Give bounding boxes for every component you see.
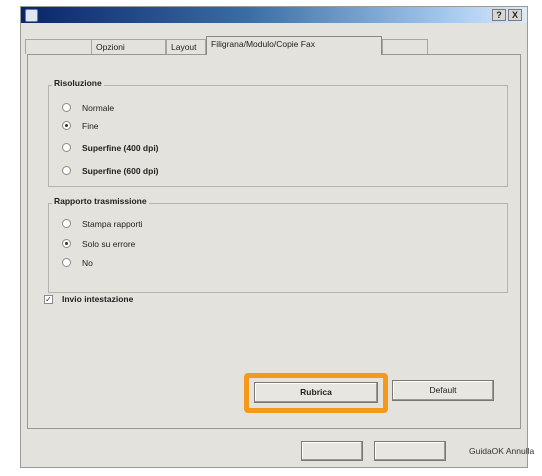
fax-settings-dialog: ? X Opzioni Layout Filigrana/Modulo/Copi… xyxy=(20,6,528,468)
send-header-label: Invio intestazione xyxy=(62,294,134,304)
radio-no-label: No xyxy=(82,258,93,268)
footer-ok-cancel-text[interactable]: GuidaOK Annulla xyxy=(469,446,534,456)
report-title: Rapporto trasmissione xyxy=(52,196,149,206)
rubrica-button[interactable]: Rubrica xyxy=(254,382,378,403)
radio-superfine-600-button[interactable] xyxy=(62,166,71,175)
radio-fine-button[interactable] xyxy=(62,121,71,130)
tab-strip: Opzioni Layout Filigrana/Modulo/Copie Fa… xyxy=(25,31,523,55)
radio-superfine-400-label: Superfine (400 dpi) xyxy=(82,143,159,153)
radio-only-on-error-label: Solo su errore xyxy=(82,239,136,249)
radio-superfine-400-button[interactable] xyxy=(62,143,71,152)
settings-panel: Risoluzione Normale Fine Superfine (400 … xyxy=(27,54,521,429)
radio-normal-button[interactable] xyxy=(62,103,71,112)
resolution-title: Risoluzione xyxy=(52,78,104,88)
tab-options[interactable]: Opzioni xyxy=(91,39,166,54)
default-button[interactable]: Default xyxy=(392,380,494,401)
send-header-checkbox[interactable]: ✓ xyxy=(44,295,53,304)
footer-button-2[interactable] xyxy=(374,441,446,461)
tab-hidden-right[interactable] xyxy=(382,39,428,54)
radio-fine-label: Fine xyxy=(82,121,99,131)
radio-superfine-600-label: Superfine (600 dpi) xyxy=(82,166,159,176)
help-button[interactable]: ? xyxy=(492,9,506,21)
tab-hidden-left[interactable] xyxy=(25,39,95,54)
app-icon xyxy=(25,9,38,22)
title-bar[interactable]: ? X xyxy=(21,7,527,23)
radio-print-reports-button[interactable] xyxy=(62,219,71,228)
close-button[interactable]: X xyxy=(508,9,522,21)
radio-only-on-error-button[interactable] xyxy=(62,239,71,248)
tab-watermark-form-fax-copies[interactable]: Filigrana/Modulo/Copie Fax xyxy=(206,36,382,55)
footer-button-1[interactable] xyxy=(301,441,363,461)
tab-layout[interactable]: Layout xyxy=(166,39,206,54)
radio-print-reports-label: Stampa rapporti xyxy=(82,219,143,229)
radio-no-button[interactable] xyxy=(62,258,71,267)
radio-normal-label: Normale xyxy=(82,103,115,113)
